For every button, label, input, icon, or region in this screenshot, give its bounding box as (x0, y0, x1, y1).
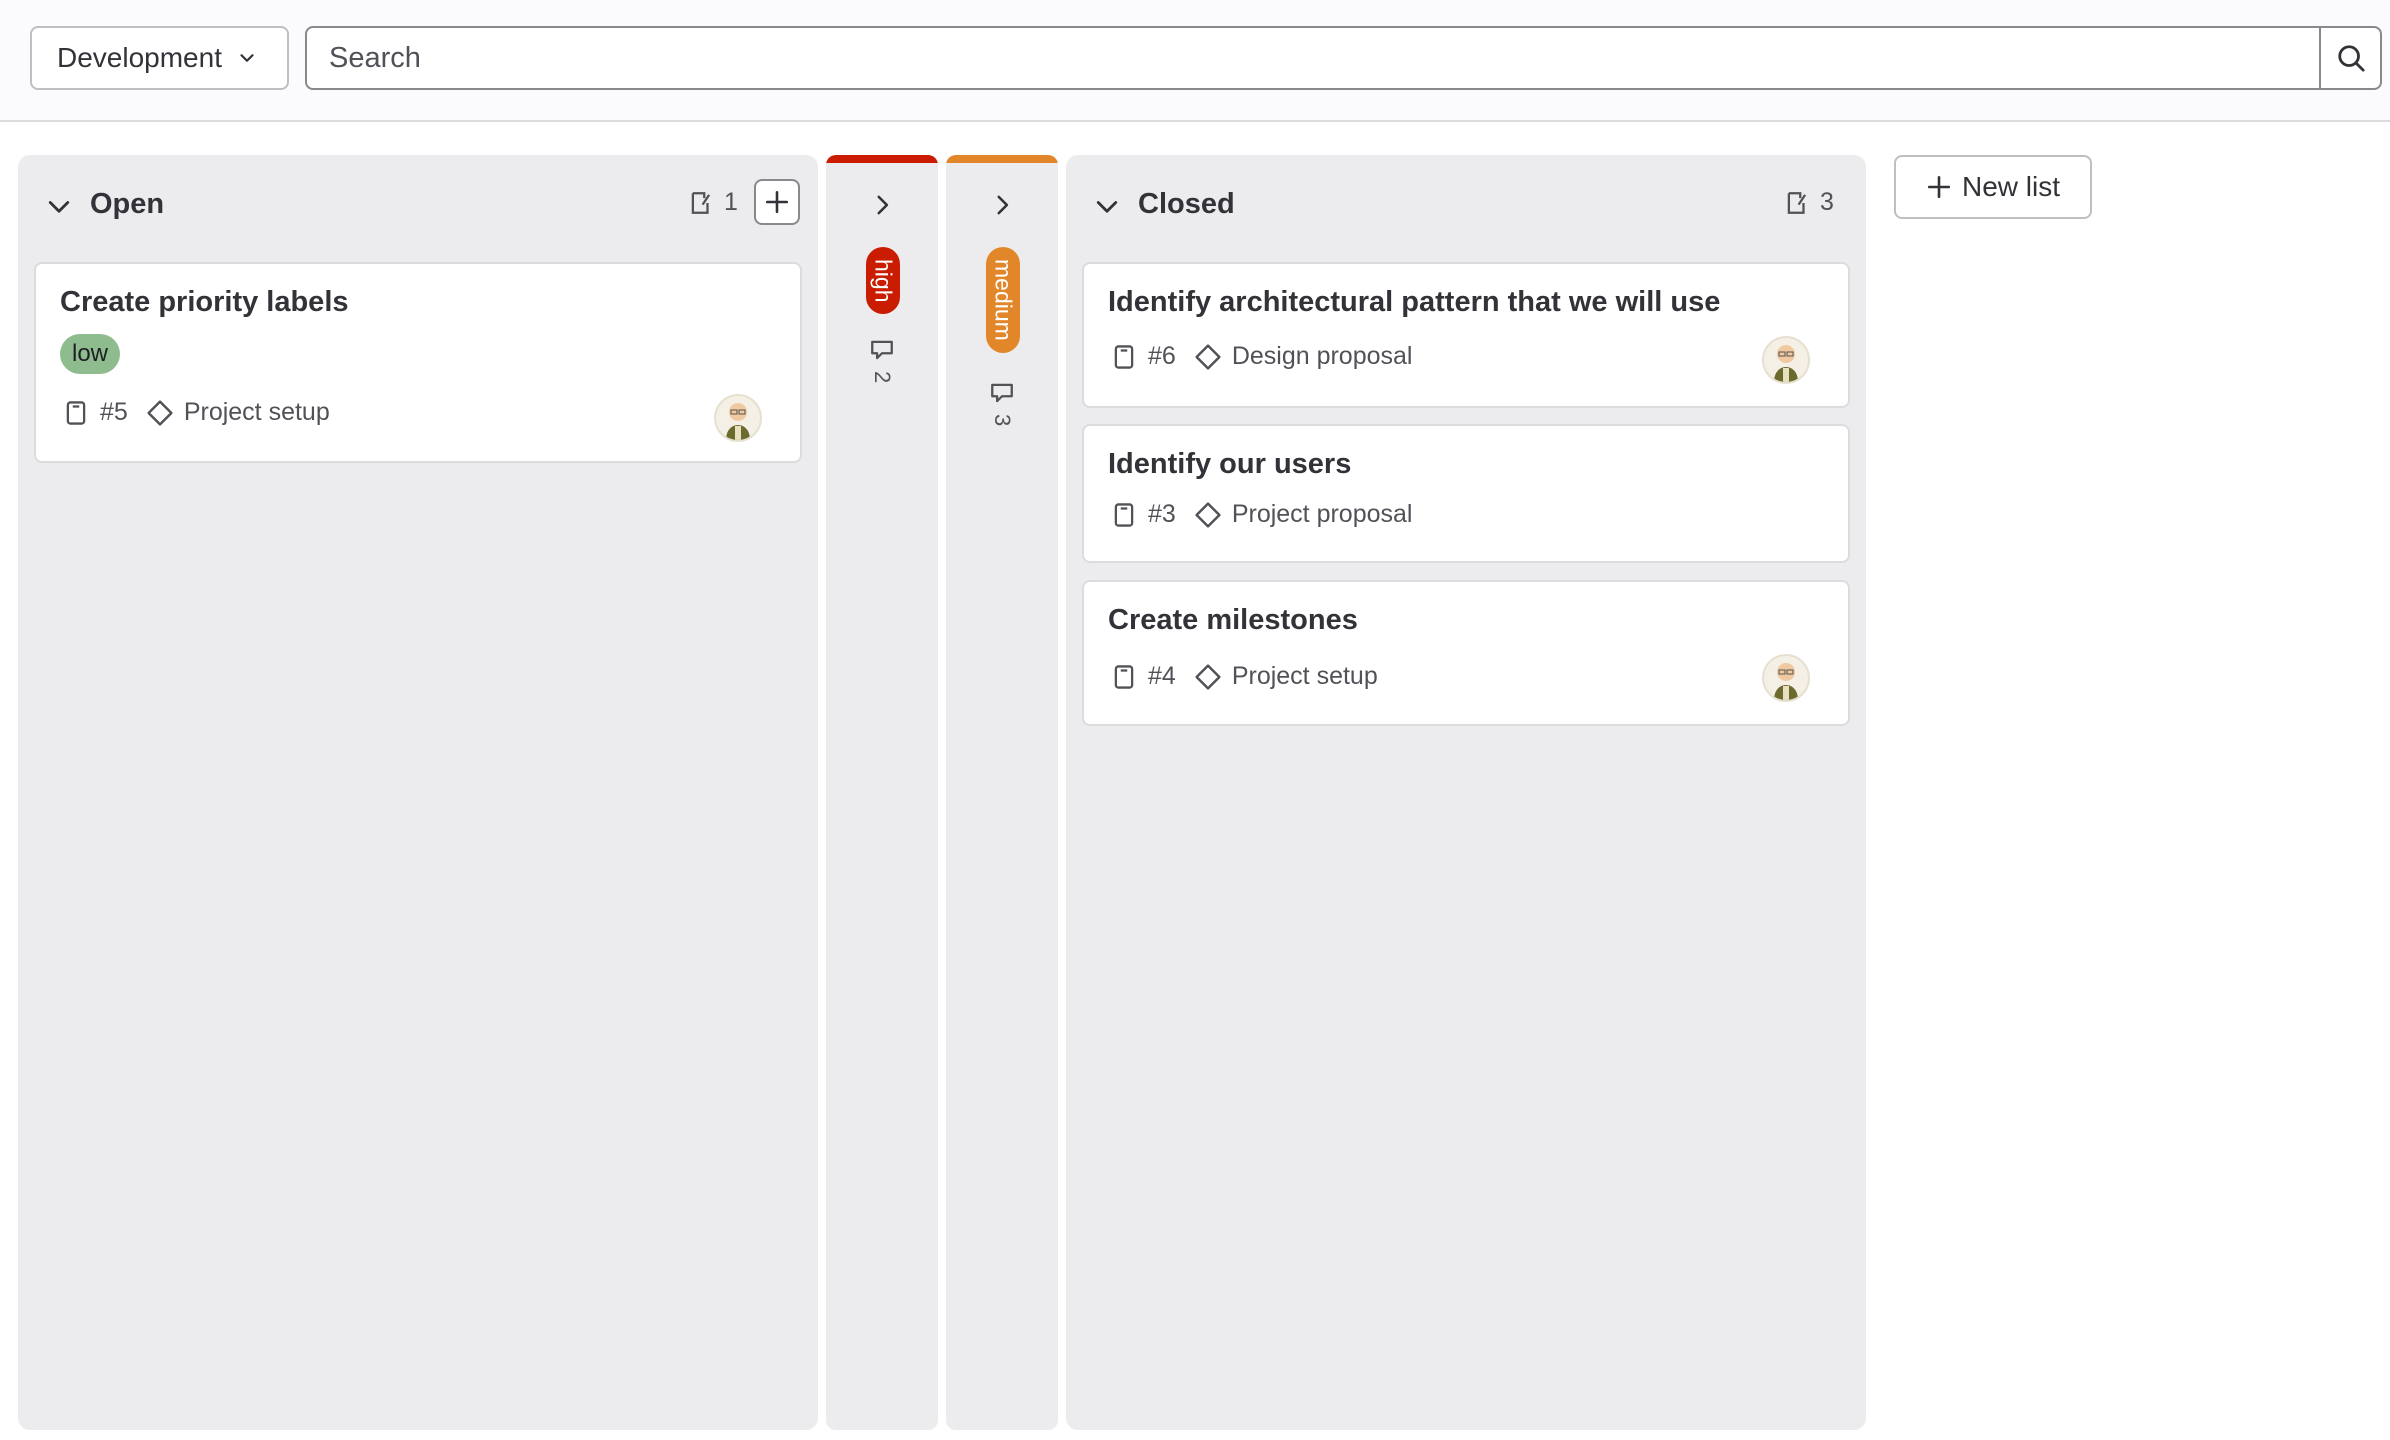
issue-type-icon (66, 400, 86, 425)
issue-meta: #5 Project setup (64, 398, 330, 427)
milestone-icon (1195, 501, 1221, 528)
milestone-icon (1195, 663, 1221, 690)
issue-type-icon (1114, 502, 1134, 527)
collapse-list-button[interactable] (42, 189, 76, 223)
avatar-icon (726, 403, 750, 440)
lane-color-bar (826, 155, 938, 163)
board-list-closed: Closed 3 Identify architectural pattern … (1066, 155, 1866, 1430)
chevron-down-icon (48, 201, 70, 213)
issue-number: #6 (1148, 342, 1176, 370)
label-badge[interactable]: high (866, 247, 900, 315)
search-placeholder: Search (329, 41, 421, 74)
board-list-high: high 2 (826, 155, 938, 1430)
board-list-medium: medium 3 (946, 155, 1058, 1430)
label-badge[interactable]: low (60, 334, 121, 374)
list-title: Closed (1138, 188, 1235, 220)
new-list-button[interactable]: New list (1894, 155, 2092, 219)
issue-number: #3 (1148, 500, 1176, 528)
issues-icon (871, 340, 893, 360)
plus-icon (1927, 175, 1951, 199)
issue-title: Create priority labels (60, 286, 349, 318)
collapse-list-button[interactable] (1090, 189, 1124, 223)
issue-title: Identify architectural pattern that we w… (1108, 286, 1721, 318)
issue-type-icon (1114, 344, 1134, 369)
issue-meta: #4 Project setup (1112, 662, 1378, 691)
milestone-icon (1195, 343, 1221, 370)
avatar-icon (1774, 663, 1798, 700)
assignee-avatar[interactable] (1762, 336, 1810, 384)
list-header: Closed 3 (1066, 155, 1866, 255)
issue-number: #4 (1148, 662, 1176, 690)
issue-title: Create milestones (1108, 604, 1358, 636)
board-scope-dropdown[interactable]: Development (30, 26, 289, 90)
milestone-icon (147, 399, 173, 426)
board-scope-label: Development (57, 42, 222, 73)
search-icon (2337, 45, 2365, 72)
milestone-name: Project setup (183, 398, 330, 426)
issues-icon (1787, 191, 1807, 214)
expand-list-button[interactable] (862, 185, 902, 225)
issue-meta: #6 Design proposal (1112, 342, 1412, 371)
assignee-avatar[interactable] (714, 394, 762, 442)
chevron-right-icon (877, 195, 889, 215)
new-issue-button[interactable] (754, 179, 800, 225)
avatar-icon (1774, 345, 1798, 382)
filter-bar: Development Search (0, 0, 2390, 122)
issue-card[interactable]: Identify architectural pattern that we w… (1082, 262, 1850, 408)
board-list-open: Open 1 Create priority labels low #5 Pro… (18, 155, 818, 1430)
label-badge[interactable]: medium (986, 247, 1020, 353)
list-title: Open (90, 188, 165, 220)
issue-count: 1 (688, 188, 738, 217)
issues-icon (691, 191, 711, 214)
issue-card[interactable]: Create priority labels low #5 Project se… (34, 262, 802, 463)
chevron-down-icon (1096, 201, 1118, 213)
chevron-down-icon (240, 54, 254, 62)
issue-card[interactable]: Identify our users #3 Project proposal (1082, 424, 1850, 563)
issues-icon (991, 383, 1013, 403)
issue-count: 3 (984, 380, 1020, 426)
issue-title: Identify our users (1108, 448, 1352, 480)
plus-icon (765, 190, 789, 214)
new-list-label: New list (1961, 171, 2060, 202)
chevron-right-icon (997, 195, 1009, 215)
assignee-avatar[interactable] (1762, 654, 1810, 702)
issue-card[interactable]: Create milestones #4 Project setup (1082, 580, 1850, 726)
milestone-name: Project setup (1231, 662, 1378, 690)
search-button[interactable] (2319, 26, 2382, 90)
issue-count: 2 (864, 337, 900, 383)
issue-number: #5 (100, 398, 128, 426)
expand-list-button[interactable] (982, 185, 1022, 225)
milestone-name: Design proposal (1231, 342, 1413, 370)
issue-type-icon (1114, 664, 1134, 689)
lane-color-bar (946, 155, 1058, 163)
issue-meta: #3 Project proposal (1112, 500, 1412, 529)
milestone-name: Project proposal (1231, 500, 1413, 528)
list-header: Open 1 (18, 155, 818, 255)
issue-count: 3 (1784, 188, 1834, 217)
search-input[interactable]: Search (305, 26, 2321, 90)
